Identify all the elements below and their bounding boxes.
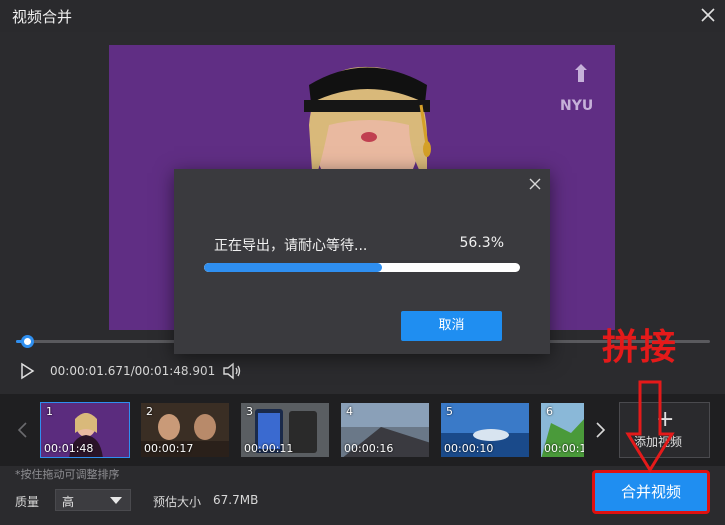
quality-value: 高 bbox=[62, 495, 75, 509]
video-merge-window: 视频合并 NYU 00:00:01.671/00:01:48.901 1 00:… bbox=[0, 0, 725, 525]
reorder-hint: *按住拖动可调整排序 bbox=[15, 468, 120, 481]
clip-number: 2 bbox=[146, 405, 153, 418]
clip-duration: 00:00:10 bbox=[444, 442, 494, 455]
cancel-button[interactable]: 取消 bbox=[401, 311, 502, 341]
timecode: 00:00:01.671/00:01:48.901 bbox=[50, 364, 216, 378]
clip-thumbnail[interactable]: 4 00:00:16 bbox=[340, 402, 430, 458]
clip-thumbnail[interactable]: 6 00:00:10 bbox=[540, 402, 585, 458]
seek-bar-thumb[interactable] bbox=[20, 335, 34, 348]
clip-thumbnail[interactable]: 2 00:00:17 bbox=[140, 402, 230, 458]
estimated-size-label: 预估大小 bbox=[153, 495, 202, 509]
volume-icon[interactable] bbox=[222, 362, 242, 380]
quality-select[interactable]: 高 bbox=[55, 489, 131, 511]
export-status-message: 正在导出，请耐心等待... bbox=[214, 238, 368, 254]
chevron-down-icon bbox=[110, 497, 122, 504]
clip-duration: 00:00:17 bbox=[144, 442, 194, 455]
clip-number: 1 bbox=[46, 405, 53, 418]
clip-thumbnail[interactable]: 5 00:00:10 bbox=[440, 402, 530, 458]
close-icon[interactable] bbox=[699, 6, 717, 24]
export-progress-bar bbox=[204, 263, 520, 272]
clip-thumbnail[interactable]: 3 00:00:11 bbox=[240, 402, 330, 458]
clip-duration: 00:01:48 bbox=[44, 442, 94, 455]
export-progress-fill bbox=[204, 263, 382, 272]
clip-number: 4 bbox=[346, 405, 353, 418]
estimated-size-value: 67.7MB bbox=[213, 493, 259, 507]
title-bar: 视频合并 bbox=[0, 0, 725, 32]
close-icon[interactable] bbox=[528, 177, 542, 191]
chevron-right-icon[interactable] bbox=[593, 421, 607, 439]
annotation-text: 拼接 bbox=[602, 327, 679, 368]
clip-number: 6 bbox=[546, 405, 553, 418]
chevron-left-icon[interactable] bbox=[16, 421, 30, 439]
clip-number: 5 bbox=[446, 405, 453, 418]
play-icon[interactable] bbox=[18, 362, 36, 380]
clip-number: 3 bbox=[246, 405, 253, 418]
window-title: 视频合并 bbox=[12, 8, 73, 26]
clip-duration: 00:00:10 bbox=[544, 442, 584, 455]
nyu-watermark: NYU bbox=[560, 98, 593, 114]
clip-duration: 00:00:11 bbox=[244, 442, 294, 455]
quality-label: 质量 bbox=[15, 495, 40, 509]
annotation-arrow-icon bbox=[625, 380, 675, 473]
export-percent: 56.3% bbox=[459, 235, 504, 251]
clip-thumbnail[interactable]: 1 00:01:48 bbox=[40, 402, 130, 458]
clip-duration: 00:00:16 bbox=[344, 442, 394, 455]
export-progress-dialog: 正在导出，请耐心等待... 56.3% 取消 bbox=[174, 169, 550, 354]
merge-video-button[interactable]: 合并视频 bbox=[592, 470, 710, 514]
